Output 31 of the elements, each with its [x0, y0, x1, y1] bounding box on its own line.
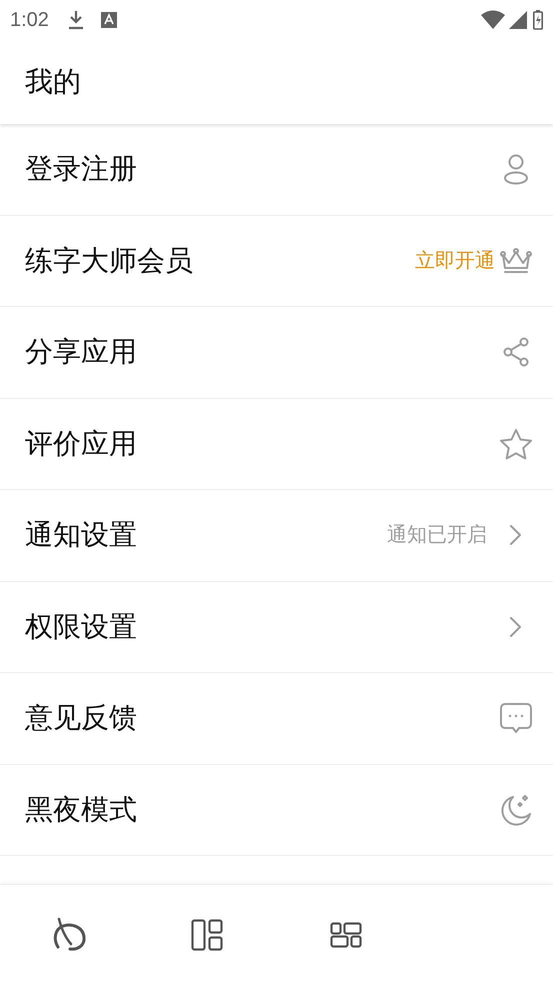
battery-icon — [533, 10, 543, 30]
promo-label: 立即开通 — [415, 248, 495, 274]
chevron-right-icon — [509, 616, 523, 638]
menu-item[interactable]: 权限设置 — [0, 582, 553, 673]
menu-label: 分享应用 — [25, 335, 138, 370]
wifi-icon — [481, 10, 505, 30]
download-icon — [66, 10, 85, 30]
menu-label: 练字大师会员 — [25, 244, 194, 278]
keyboard-app-icon — [100, 12, 117, 28]
status-time: 1:02 — [10, 8, 49, 33]
chevron-right-icon — [509, 524, 523, 546]
menu-label: 评价应用 — [25, 426, 138, 461]
menu-item[interactable]: 练字大师会员 立即开通 — [0, 216, 553, 307]
page-title: 我的 — [25, 65, 81, 99]
status-label: 通知已开启 — [387, 523, 487, 548]
crown-icon — [500, 246, 532, 275]
person-icon — [503, 153, 529, 186]
grid-icon[interactable] — [330, 922, 362, 948]
menu-label: 通知设置 — [25, 518, 138, 552]
star-icon — [499, 428, 533, 460]
signal-icon — [509, 11, 527, 29]
chat-icon — [499, 702, 533, 734]
moon-icon — [499, 792, 533, 827]
menu-label: 登录注册 — [25, 152, 138, 186]
menu-label: 黑夜模式 — [25, 792, 138, 827]
menu-item[interactable]: 黑夜模式 — [0, 764, 553, 856]
menu-label: 权限设置 — [25, 610, 138, 644]
layout-icon[interactable] — [191, 918, 224, 950]
menu-label: 意见反馈 — [25, 701, 138, 736]
share-icon — [503, 337, 529, 368]
menu-item[interactable]: 评价应用 — [0, 398, 553, 490]
